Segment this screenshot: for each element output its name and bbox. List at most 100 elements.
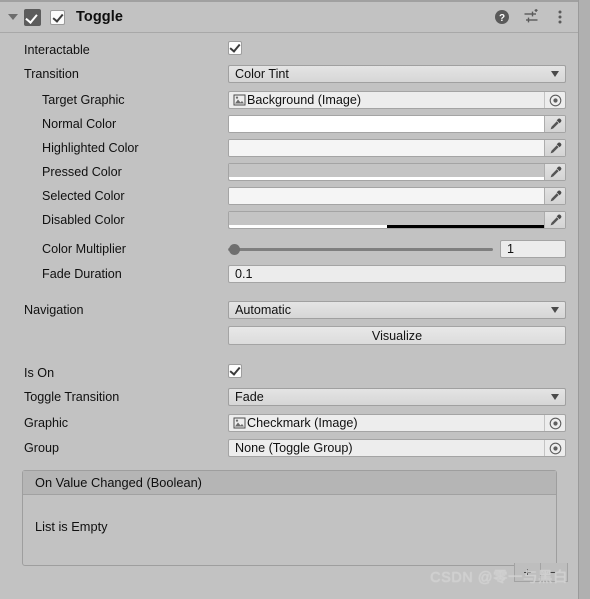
eyedropper-icon	[550, 166, 561, 177]
object-picker-icon[interactable]	[544, 415, 565, 431]
row-normal-color: Normal Color	[0, 115, 579, 133]
event-panel-body: List is Empty	[23, 495, 556, 565]
row-navigation: Navigation Automatic	[0, 301, 579, 319]
eyedropper-button[interactable]	[544, 140, 565, 156]
fade-duration-input[interactable]: 0.1	[228, 265, 566, 283]
target-graphic-value: Background (Image)	[247, 93, 362, 107]
interactable-checkbox[interactable]	[228, 41, 242, 55]
label-selected-color: Selected Color	[42, 189, 125, 203]
label-normal-color: Normal Color	[42, 117, 117, 131]
foldout-triangle-icon[interactable]	[6, 10, 20, 24]
object-picker-icon[interactable]	[544, 92, 565, 108]
slider-handle[interactable]	[229, 244, 240, 255]
graphic-value: Checkmark (Image)	[247, 416, 358, 430]
highlighted-color-swatch	[229, 140, 544, 156]
object-picker-icon[interactable]	[544, 440, 565, 456]
group-object-field[interactable]: None (Toggle Group)	[228, 439, 566, 457]
graphic-object-field[interactable]: Checkmark (Image)	[228, 414, 566, 432]
color-multiplier-slider[interactable]	[228, 240, 493, 258]
group-value: None (Toggle Group)	[235, 441, 353, 455]
field-target-graphic: Background (Image)	[228, 91, 566, 109]
row-is-on: Is On	[0, 364, 579, 382]
visualize-button[interactable]: Visualize	[228, 326, 566, 345]
field-pressed-color	[228, 163, 566, 181]
field-disabled-color	[228, 211, 566, 229]
component-title: Toggle	[76, 9, 124, 25]
target-graphic-object-field[interactable]: Background (Image)	[228, 91, 566, 109]
selected-color-field[interactable]	[228, 187, 566, 205]
row-transition: Transition Color Tint	[0, 65, 579, 83]
color-multiplier-value[interactable]: 1	[500, 240, 566, 258]
highlighted-color-field[interactable]	[228, 139, 566, 157]
normal-color-swatch	[229, 116, 544, 132]
transition-value: Color Tint	[235, 67, 289, 81]
label-graphic: Graphic	[24, 416, 69, 430]
eyedropper-button[interactable]	[544, 164, 565, 180]
row-fade-duration: Fade Duration 0.1	[0, 265, 579, 283]
toggle-component-icon	[24, 8, 41, 26]
row-selected-color: Selected Color	[0, 187, 579, 205]
field-color-multiplier: 1	[228, 240, 566, 258]
eyedropper-button[interactable]	[544, 212, 565, 228]
picker-circle-icon	[549, 417, 561, 429]
eyedropper-icon	[550, 214, 561, 225]
eyedropper-icon	[550, 190, 561, 201]
eyedropper-icon	[550, 142, 561, 153]
top-divider	[0, 0, 580, 2]
eyedropper-icon	[550, 118, 561, 129]
field-toggle-transition: Fade	[228, 388, 566, 406]
row-highlighted-color: Highlighted Color	[0, 139, 579, 157]
field-transition: Color Tint	[228, 65, 566, 83]
svg-text:?: ?	[499, 13, 505, 24]
row-disabled-color: Disabled Color	[0, 211, 579, 229]
inspector-scroll-edge[interactable]	[578, 0, 590, 599]
picker-circle-icon	[549, 94, 561, 106]
label-navigation: Navigation	[24, 303, 84, 317]
event-list-empty-text: List is Empty	[35, 519, 108, 534]
row-group: Group None (Toggle Group)	[0, 439, 579, 457]
image-component-icon	[233, 417, 246, 429]
component-enabled-checkbox[interactable]	[50, 9, 65, 25]
field-selected-color	[228, 187, 566, 205]
on-value-changed-panel: On Value Changed (Boolean) List is Empty	[22, 470, 557, 566]
image-component-icon	[233, 94, 246, 106]
component-header: Toggle ?	[0, 3, 579, 31]
chevron-down-icon	[551, 394, 559, 400]
navigation-dropdown[interactable]: Automatic	[228, 301, 566, 319]
pressed-color-field[interactable]	[228, 163, 566, 181]
disabled-color-swatch	[229, 212, 544, 228]
row-toggle-transition: Toggle Transition Fade	[0, 388, 579, 406]
label-color-multiplier: Color Multiplier	[42, 242, 126, 256]
label-transition: Transition	[24, 67, 79, 81]
help-icon[interactable]: ?	[494, 9, 510, 25]
label-target-graphic: Target Graphic	[42, 93, 125, 107]
header-divider	[0, 32, 580, 33]
event-panel-title: On Value Changed (Boolean)	[23, 471, 556, 495]
selected-color-swatch	[229, 188, 544, 204]
field-interactable	[228, 41, 566, 59]
disabled-color-field[interactable]	[228, 211, 566, 229]
csdn-watermark: CSDN @零一与黑白	[430, 570, 568, 586]
is-on-checkbox[interactable]	[228, 364, 242, 378]
preset-icon[interactable]	[523, 9, 539, 25]
row-color-multiplier: Color Multiplier 1	[0, 240, 579, 258]
label-interactable: Interactable	[24, 43, 90, 57]
pressed-color-swatch	[229, 164, 544, 180]
more-menu-icon[interactable]	[552, 9, 568, 25]
field-visualize: Visualize	[228, 326, 566, 345]
row-pressed-color: Pressed Color	[0, 163, 579, 181]
label-group: Group	[24, 441, 60, 455]
chevron-down-icon	[551, 71, 559, 77]
toggle-transition-value: Fade	[235, 390, 264, 404]
field-graphic: Checkmark (Image)	[228, 414, 566, 432]
eyedropper-button[interactable]	[544, 116, 565, 132]
row-target-graphic: Target Graphic Background (Image)	[0, 91, 579, 109]
normal-color-field[interactable]	[228, 115, 566, 133]
label-toggle-transition: Toggle Transition	[24, 390, 120, 404]
label-fade-duration: Fade Duration	[42, 267, 122, 281]
toggle-transition-dropdown[interactable]: Fade	[228, 388, 566, 406]
unity-inspector-toggle-component: Toggle ? Interactable Transition Color T…	[0, 0, 590, 599]
transition-dropdown[interactable]: Color Tint	[228, 65, 566, 83]
field-navigation: Automatic	[228, 301, 566, 319]
eyedropper-button[interactable]	[544, 188, 565, 204]
